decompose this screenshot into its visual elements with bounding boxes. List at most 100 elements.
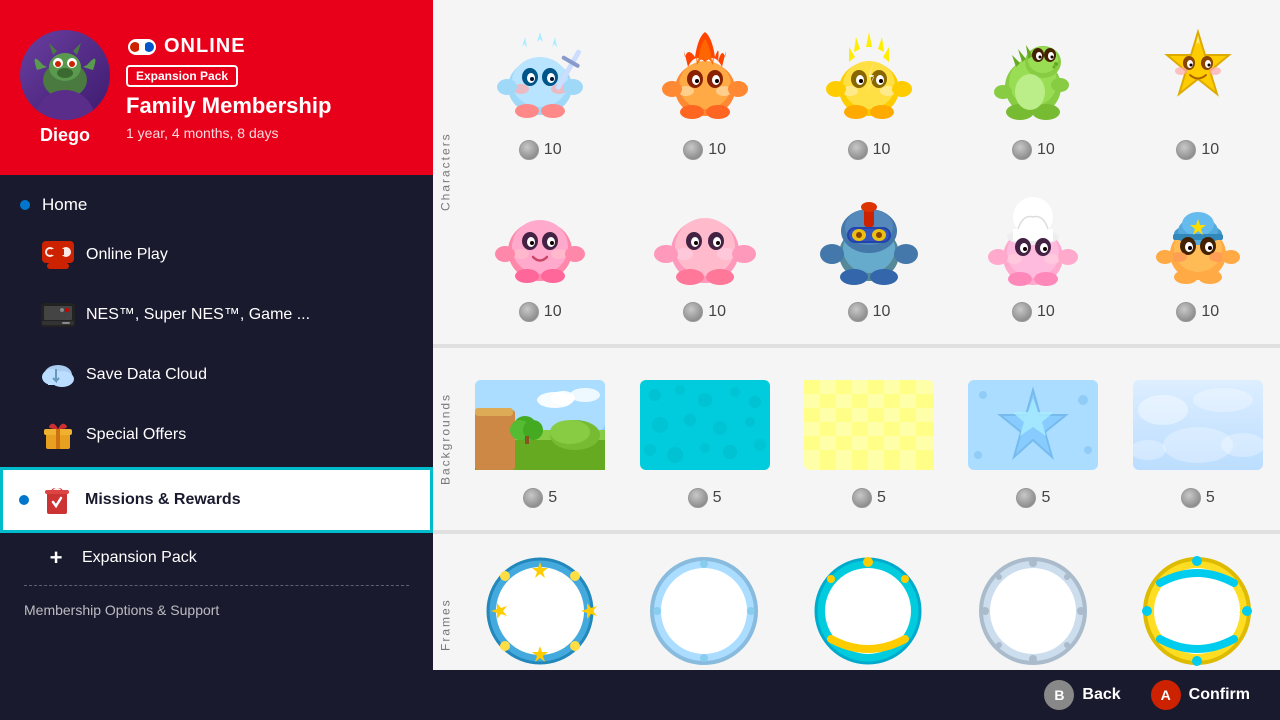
bottom-bar: B Back A Confirm <box>0 670 1280 720</box>
backgrounds-grid: 5 <box>458 348 1280 530</box>
item-price: 10 <box>848 140 891 160</box>
frame-image-4 <box>968 556 1098 666</box>
missions-icon <box>37 480 77 520</box>
special-offers-label: Special Offers <box>86 426 186 444</box>
sidebar-item-nes[interactable]: NES™, Super NES™, Game ... <box>0 285 433 345</box>
item-price: 10 <box>848 302 891 322</box>
item-price: 10 <box>519 302 562 322</box>
list-item[interactable]: 5 <box>951 544 1115 670</box>
item-price: 10 <box>1012 302 1055 322</box>
online-play-label: Online Play <box>86 246 168 264</box>
bg-image-4 <box>968 370 1098 480</box>
profile-section: Diego ONLINE Expansion Pack Family Membe… <box>0 0 433 175</box>
coin-icon <box>1181 488 1201 508</box>
nav-divider <box>24 585 409 586</box>
character-image-6 <box>475 184 605 294</box>
character-image-3 <box>804 22 934 132</box>
save-data-label: Save Data Cloud <box>86 366 207 384</box>
sidebar-item-expansion-pack[interactable]: + Expansion Pack <box>0 535 433 581</box>
list-item[interactable]: 10 <box>951 172 1115 334</box>
sidebar-item-home[interactable]: Home <box>0 185 433 225</box>
coin-icon <box>688 488 708 508</box>
item-price: 10 <box>519 140 562 160</box>
characters-section: Characters <box>433 0 1280 344</box>
frame-image-2 <box>640 556 770 666</box>
membership-duration: 1 year, 4 months, 8 days <box>126 125 331 141</box>
special-offers-icon <box>38 415 78 455</box>
list-item[interactable]: 5 <box>458 358 622 520</box>
sidebar-item-missions-rewards[interactable]: Missions & Rewards <box>0 467 433 533</box>
character-image-1 <box>475 22 605 132</box>
coin-icon <box>1176 140 1196 160</box>
list-item[interactable]: 10 <box>951 10 1115 172</box>
sidebar: Diego ONLINE Expansion Pack Family Membe… <box>0 0 433 670</box>
item-price: 10 <box>683 302 726 322</box>
confirm-label: Confirm <box>1189 686 1250 704</box>
coin-icon <box>1012 140 1032 160</box>
item-price: 5 <box>1181 488 1215 508</box>
username: Diego <box>40 125 90 146</box>
expansion-plus-icon: + <box>38 545 74 571</box>
bg-image-5 <box>1133 370 1263 480</box>
item-price: 5 <box>688 488 722 508</box>
character-image-8 <box>804 184 934 294</box>
character-image-2 <box>640 22 770 132</box>
list-item[interactable]: 10 <box>622 10 786 172</box>
online-text: ONLINE <box>164 35 246 58</box>
coin-icon <box>848 140 868 160</box>
membership-options[interactable]: Membership Options & Support <box>0 590 433 630</box>
frames-section: Frames <box>433 534 1280 670</box>
item-price: 10 <box>1176 140 1219 160</box>
list-item[interactable]: 10 <box>458 10 622 172</box>
membership-type: Family Membership <box>126 93 331 119</box>
sidebar-item-save-data[interactable]: Save Data Cloud <box>0 345 433 405</box>
coin-icon <box>848 302 868 322</box>
list-item[interactable]: 5 <box>1116 358 1280 520</box>
confirm-button[interactable]: A Confirm <box>1151 680 1250 710</box>
coin-icon <box>683 140 703 160</box>
list-item[interactable]: 5 <box>787 358 951 520</box>
list-item[interactable]: 10 <box>787 10 951 172</box>
list-item[interactable]: 5 <box>458 544 622 670</box>
list-item[interactable]: 5 <box>951 358 1115 520</box>
back-label: Back <box>1082 686 1120 704</box>
list-item[interactable]: 10 <box>622 172 786 334</box>
list-item[interactable]: 10 <box>458 172 622 334</box>
nintendo-online-badge: ONLINE <box>126 35 331 59</box>
sidebar-item-online-play[interactable]: Online Play <box>0 225 433 285</box>
item-price: 5 <box>523 488 557 508</box>
content-area: Characters <box>433 0 1280 670</box>
coin-icon <box>1176 302 1196 322</box>
item-price: 10 <box>1012 140 1055 160</box>
backgrounds-section: Backgrounds <box>433 348 1280 530</box>
characters-label: Characters <box>433 0 458 344</box>
list-item[interactable]: 10 <box>787 172 951 334</box>
online-play-icon <box>38 235 78 275</box>
list-item[interactable]: 5 <box>787 544 951 670</box>
expansion-badge: Expansion Pack <box>126 65 238 87</box>
list-item[interactable]: 5 <box>622 544 786 670</box>
expansion-pack-label: Expansion Pack <box>82 549 197 567</box>
back-button[interactable]: B Back <box>1044 680 1120 710</box>
character-image-4 <box>968 22 1098 132</box>
frame-image-1 <box>475 556 605 666</box>
list-item[interactable]: 5 <box>1116 544 1280 670</box>
item-price: 10 <box>1176 302 1219 322</box>
character-image-7 <box>640 184 770 294</box>
coin-icon <box>519 140 539 160</box>
list-item[interactable]: 5 <box>622 358 786 520</box>
coin-icon <box>1012 302 1032 322</box>
character-image-5 <box>1133 22 1263 132</box>
sidebar-item-special-offers[interactable]: Special Offers <box>0 405 433 465</box>
bg-image-1 <box>475 370 605 480</box>
b-button-icon: B <box>1044 680 1074 710</box>
bg-image-3 <box>804 370 934 480</box>
list-item[interactable]: 10 <box>1116 172 1280 334</box>
nes-icon <box>38 295 78 335</box>
character-image-9 <box>968 184 1098 294</box>
list-item[interactable]: 10 <box>1116 10 1280 172</box>
a-button-icon: A <box>1151 680 1181 710</box>
character-image-10 <box>1133 184 1263 294</box>
nav-list: Home Online Play <box>0 175 433 670</box>
characters-grid: 10 <box>458 0 1280 344</box>
